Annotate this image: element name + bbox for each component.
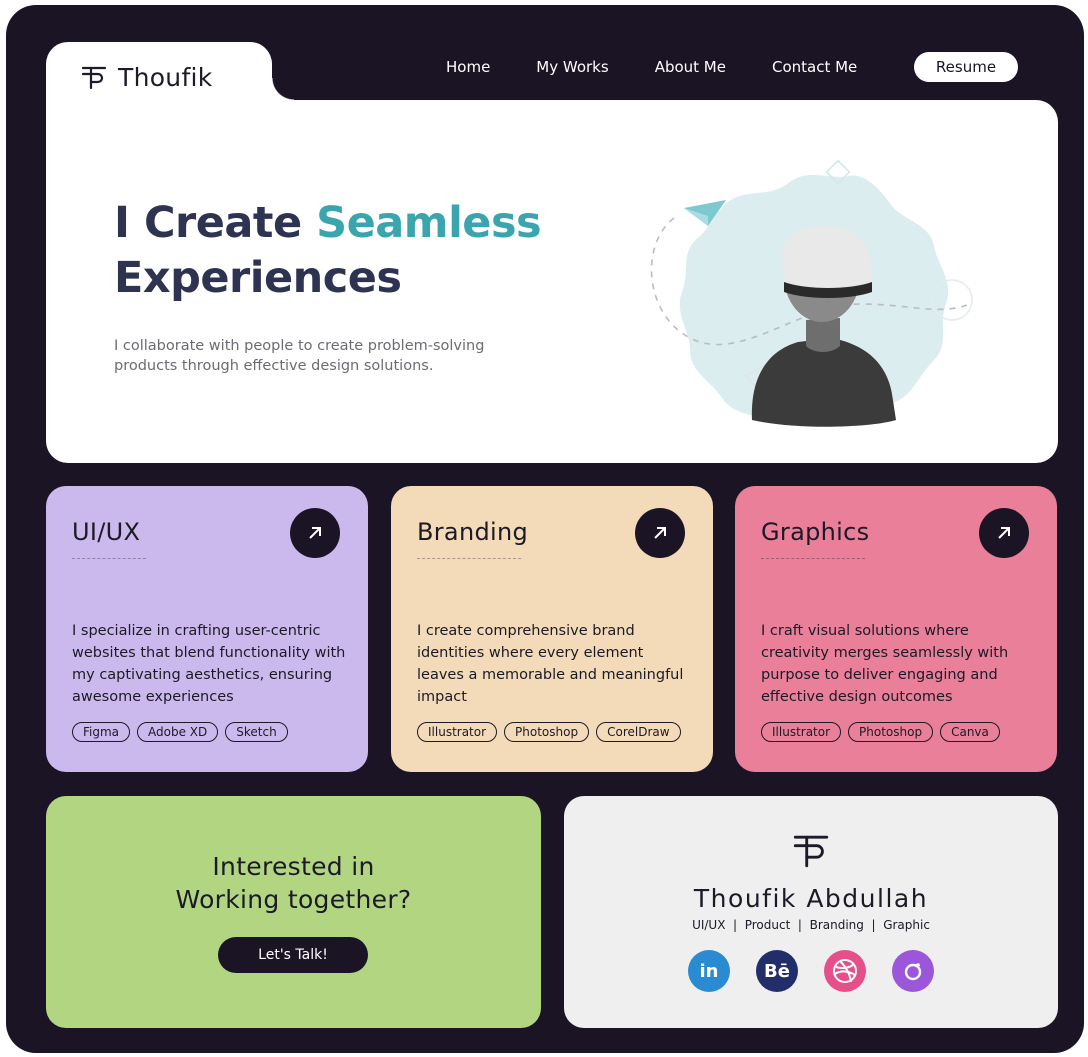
tag-illustrator: Illustrator: [417, 722, 498, 742]
arrow-up-right-icon[interactable]: [290, 508, 340, 558]
profile-name: Thoufik Abdullah: [693, 884, 929, 913]
hero-section: I Create Seamless Experiences I collabor…: [46, 100, 1058, 463]
service-description: I craft visual solutions where creativit…: [761, 623, 1009, 705]
title-underline: [417, 558, 521, 559]
service-description: I specialize in crafting user-centric we…: [72, 623, 346, 705]
title-underline: [761, 558, 865, 559]
hero-illustration: [650, 159, 973, 427]
thoufik-logo-icon: [793, 835, 829, 868]
tag-photoshop: Photoshop: [848, 722, 934, 742]
service-description: I create comprehensive brand identities …: [417, 623, 684, 705]
tag-photoshop: Photoshop: [504, 722, 590, 742]
tool-tags: Illustrator Photoshop Canva: [761, 722, 1000, 742]
arrow-up-right-icon[interactable]: [979, 508, 1029, 558]
brand-name: Thoufik: [118, 62, 213, 92]
tag-adobe-xd: Adobe XD: [137, 722, 219, 742]
tool-tags: Figma Adobe XD Sketch: [72, 722, 288, 742]
tag-figma: Figma: [72, 722, 131, 742]
social-links: in Bē: [688, 950, 934, 992]
hero-title: I Create Seamless Experiences: [114, 196, 542, 306]
service-card-uiux[interactable]: UI/UX I specialize in crafting user-cent…: [46, 486, 368, 772]
tag-illustrator: Illustrator: [761, 722, 842, 742]
nav-home[interactable]: Home: [446, 58, 490, 76]
profile-roles: UI/UX | Product | Branding | Graphic: [692, 918, 930, 932]
instagram-icon[interactable]: [892, 950, 934, 992]
cta-card: Interested in Working together? Let's Ta…: [46, 796, 541, 1028]
cta-line2: Working together?: [175, 885, 412, 914]
hero-title-part1: I Create: [114, 198, 317, 248]
cta-heading: Interested in Working together?: [46, 850, 541, 916]
behance-icon[interactable]: Bē: [756, 950, 798, 992]
profile-card: Thoufik Abdullah UI/UX | Product | Brand…: [564, 796, 1058, 1028]
service-card-graphics[interactable]: Graphics I craft visual solutions where …: [735, 486, 1057, 772]
tool-tags: Illustrator Photoshop CorelDraw: [417, 722, 681, 742]
lets-talk-button[interactable]: Let's Talk!: [218, 937, 368, 973]
thoufik-logo-icon: [81, 66, 107, 90]
hero-subtitle: I collaborate with people to create prob…: [114, 338, 485, 374]
cta-line1: Interested in: [212, 852, 375, 881]
dribbble-icon[interactable]: [824, 950, 866, 992]
service-card-branding[interactable]: Branding I create comprehensive brand id…: [391, 486, 713, 772]
linkedin-icon[interactable]: in: [688, 950, 730, 992]
nav-my-works[interactable]: My Works: [536, 58, 608, 76]
hero-title-accent: Seamless: [316, 198, 542, 248]
hero-title-part2: Experiences: [114, 253, 402, 303]
arrow-up-right-icon[interactable]: [635, 508, 685, 558]
resume-button[interactable]: Resume: [914, 52, 1018, 82]
tag-coreldraw: CorelDraw: [596, 722, 681, 742]
title-underline: [72, 558, 146, 559]
nav-contact-me[interactable]: Contact Me: [772, 58, 857, 76]
tag-canva: Canva: [940, 722, 1000, 742]
nav-about-me[interactable]: About Me: [655, 58, 726, 76]
tag-sketch: Sketch: [225, 722, 288, 742]
main-nav: Home My Works About Me Contact Me Resume: [420, 52, 1018, 82]
